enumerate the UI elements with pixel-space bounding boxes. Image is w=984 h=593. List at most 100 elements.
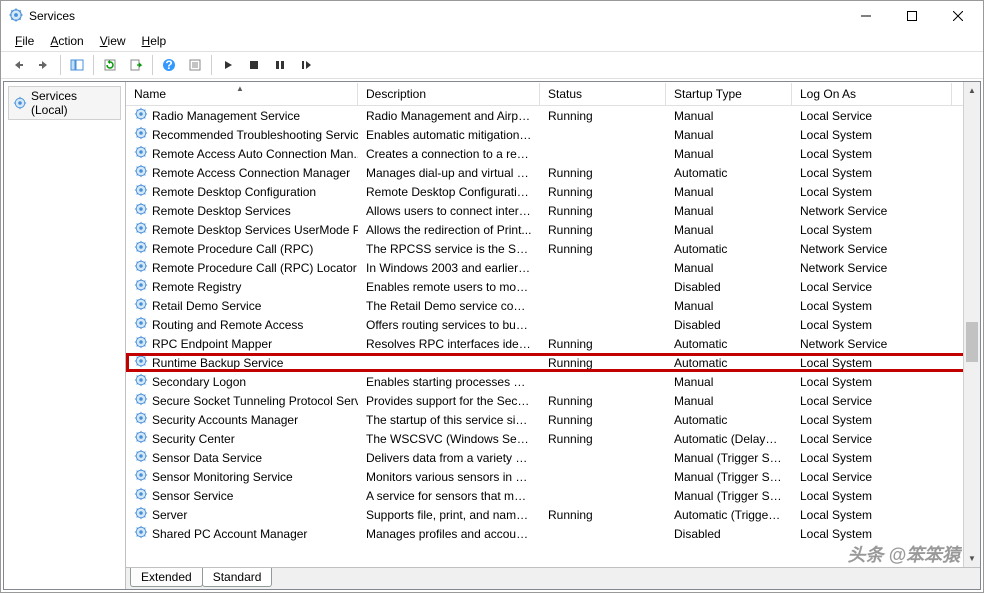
- minimize-button[interactable]: [843, 1, 889, 31]
- service-row[interactable]: Shared PC Account ManagerManages profile…: [126, 524, 980, 543]
- service-row[interactable]: Security Accounts ManagerThe startup of …: [126, 410, 980, 429]
- service-description: The WSCSVC (Windows Securi...: [358, 431, 540, 447]
- export-list-button[interactable]: [124, 53, 148, 77]
- service-row[interactable]: Sensor ServiceA service for sensors that…: [126, 486, 980, 505]
- service-name: Recommended Troubleshooting Service: [152, 128, 358, 142]
- gear-icon: [134, 335, 148, 352]
- menu-help[interactable]: Help: [134, 32, 175, 50]
- service-row[interactable]: Remote Access Auto Connection Man...Crea…: [126, 144, 980, 163]
- service-logon: Local System: [792, 146, 952, 162]
- service-row[interactable]: Remote RegistryEnables remote users to m…: [126, 277, 980, 296]
- service-row[interactable]: Retail Demo ServiceThe Retail Demo servi…: [126, 296, 980, 315]
- service-startup: Manual: [666, 184, 792, 200]
- service-startup: Manual (Trigger Start): [666, 488, 792, 504]
- pause-service-button[interactable]: [268, 53, 292, 77]
- forward-button[interactable]: [32, 53, 56, 77]
- service-logon: Local System: [792, 317, 952, 333]
- column-header-status[interactable]: Status: [540, 83, 666, 105]
- service-name-cell: Sensor Monitoring Service: [126, 467, 358, 486]
- service-row[interactable]: Sensor Data ServiceDelivers data from a …: [126, 448, 980, 467]
- service-name: Secure Socket Tunneling Protocol Serv...: [152, 394, 358, 408]
- tab-extended[interactable]: Extended: [130, 568, 203, 587]
- service-name: Remote Access Connection Manager: [152, 166, 350, 180]
- service-row[interactable]: Remote Procedure Call (RPC)The RPCSS ser…: [126, 239, 980, 258]
- help-button[interactable]: ?: [157, 53, 181, 77]
- service-name: RPC Endpoint Mapper: [152, 337, 272, 351]
- service-name-cell: Routing and Remote Access: [126, 315, 358, 334]
- service-name-cell: Retail Demo Service: [126, 296, 358, 315]
- properties-button[interactable]: [183, 53, 207, 77]
- close-button[interactable]: [935, 1, 981, 31]
- column-header-logon[interactable]: Log On As: [792, 83, 952, 105]
- scroll-up-icon[interactable]: ▲: [964, 82, 980, 99]
- restart-service-button[interactable]: [294, 53, 318, 77]
- service-name: Routing and Remote Access: [152, 318, 303, 332]
- service-row[interactable]: Sensor Monitoring ServiceMonitors variou…: [126, 467, 980, 486]
- service-logon: Local System: [792, 127, 952, 143]
- service-description: [358, 362, 540, 364]
- service-logon: Network Service: [792, 203, 952, 219]
- service-name: Remote Desktop Configuration: [152, 185, 316, 199]
- menu-view[interactable]: View: [92, 32, 134, 50]
- gear-icon: [134, 525, 148, 542]
- gear-icon: [134, 392, 148, 409]
- vertical-scrollbar[interactable]: ▲ ▼: [963, 82, 980, 567]
- service-logon: Local System: [792, 488, 952, 504]
- gear-icon: [134, 145, 148, 162]
- service-row[interactable]: Routing and Remote AccessOffers routing …: [126, 315, 980, 334]
- tab-standard[interactable]: Standard: [202, 568, 273, 587]
- service-status: Running: [540, 336, 666, 352]
- service-row[interactable]: Runtime Backup ServiceRunningAutomaticLo…: [126, 353, 980, 372]
- maximize-button[interactable]: [889, 1, 935, 31]
- service-name: Remote Registry: [152, 280, 241, 294]
- stop-service-button[interactable]: [242, 53, 266, 77]
- gear-icon: [13, 96, 27, 110]
- refresh-button[interactable]: [98, 53, 122, 77]
- service-startup: Disabled: [666, 317, 792, 333]
- column-header-description[interactable]: Description: [358, 83, 540, 105]
- svg-text:?: ?: [165, 58, 172, 72]
- toolbar: ?: [1, 51, 983, 79]
- column-header-startup[interactable]: Startup Type: [666, 83, 792, 105]
- service-logon: Local System: [792, 184, 952, 200]
- gear-icon: [134, 240, 148, 257]
- service-row[interactable]: Remote Desktop ServicesAllows users to c…: [126, 201, 980, 220]
- service-description: Resolves RPC interfaces identif...: [358, 336, 540, 352]
- service-row[interactable]: Security CenterThe WSCSVC (Windows Secur…: [126, 429, 980, 448]
- show-hide-tree-button[interactable]: [65, 53, 89, 77]
- menu-action[interactable]: Action: [42, 32, 91, 50]
- service-row[interactable]: Remote Desktop ConfigurationRemote Deskt…: [126, 182, 980, 201]
- service-row[interactable]: RPC Endpoint Mapper Resolves RPC interfac…: [126, 334, 980, 353]
- service-description: Enables starting processes und...: [358, 374, 540, 390]
- service-status: Running: [540, 507, 666, 523]
- gear-icon: [134, 373, 148, 390]
- back-button[interactable]: [6, 53, 30, 77]
- service-startup: Manual: [666, 108, 792, 124]
- gear-icon: [134, 126, 148, 143]
- service-row[interactable]: Remote Access Connection ManagerManages …: [126, 163, 980, 182]
- service-description: The RPCSS service is the Servic...: [358, 241, 540, 257]
- menu-file[interactable]: File: [7, 32, 42, 50]
- service-row[interactable]: Radio Management ServiceRadio Management…: [126, 106, 980, 125]
- service-name-cell: Remote Desktop Services UserMode P...: [126, 220, 358, 239]
- service-name-cell: Shared PC Account Manager: [126, 524, 358, 543]
- service-logon: Local System: [792, 374, 952, 390]
- scroll-down-icon[interactable]: ▼: [964, 550, 980, 567]
- service-row[interactable]: Recommended Troubleshooting ServiceEnabl…: [126, 125, 980, 144]
- services-app-icon: [9, 8, 23, 25]
- start-service-button[interactable]: [216, 53, 240, 77]
- service-startup: Automatic: [666, 241, 792, 257]
- service-row[interactable]: Secondary LogonEnables starting processe…: [126, 372, 980, 391]
- service-status: Running: [540, 184, 666, 200]
- service-row[interactable]: Remote Procedure Call (RPC) LocatorIn Wi…: [126, 258, 980, 277]
- service-row[interactable]: ServerSupports file, print, and name...R…: [126, 505, 980, 524]
- service-row[interactable]: Secure Socket Tunneling Protocol Serv...…: [126, 391, 980, 410]
- service-name: Remote Procedure Call (RPC) Locator: [152, 261, 357, 275]
- gear-icon: [134, 297, 148, 314]
- service-logon: Local System: [792, 298, 952, 314]
- service-row[interactable]: Remote Desktop Services UserMode P...All…: [126, 220, 980, 239]
- scroll-thumb[interactable]: [966, 322, 978, 362]
- tree-node-services-local[interactable]: Services (Local): [8, 86, 121, 120]
- titlebar: Services: [1, 1, 983, 31]
- gear-icon: [134, 259, 148, 276]
